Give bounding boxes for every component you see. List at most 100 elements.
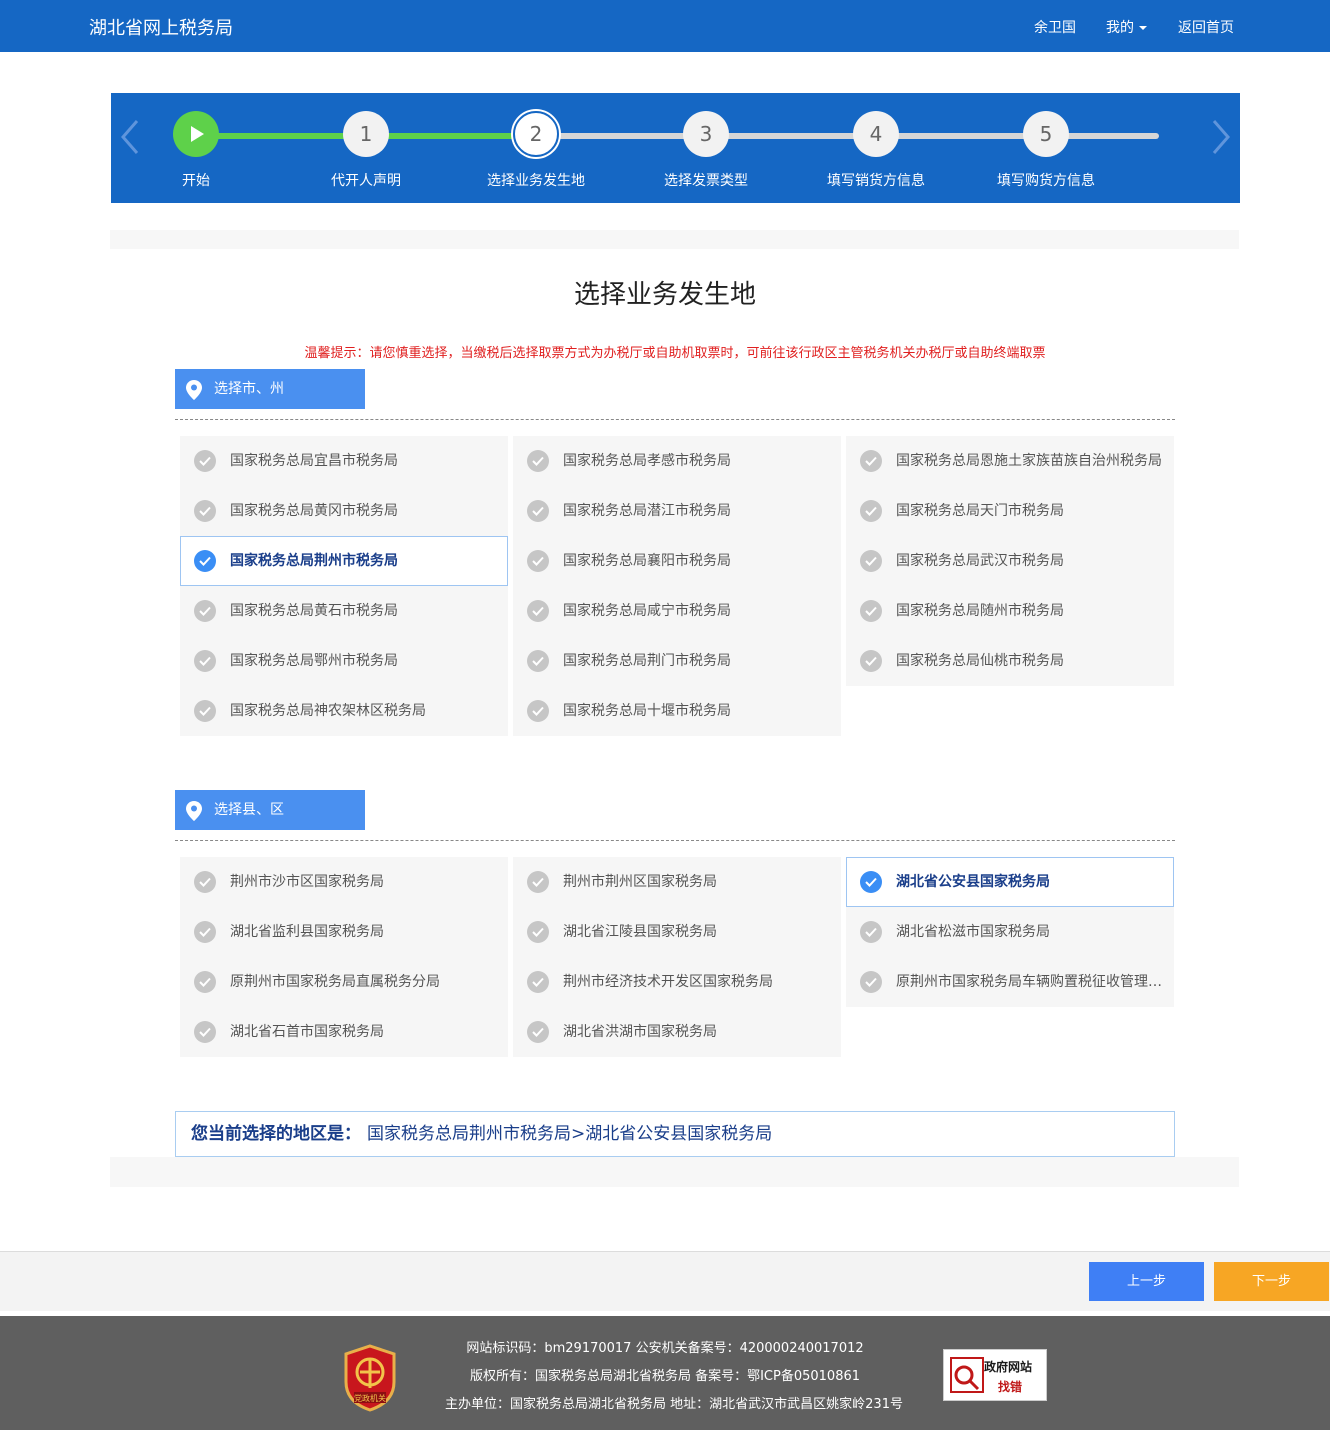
city-option-xiangyang[interactable]: 国家税务总局襄阳市税务局: [513, 536, 841, 586]
city-option-shennongjia[interactable]: 国家税务总局神农架林区税务局: [180, 686, 508, 736]
check-circle-selected-icon: [860, 871, 882, 893]
step-2[interactable]: 2: [513, 111, 559, 157]
chevron-right-icon[interactable]: [1208, 115, 1234, 159]
city-option-huanggang[interactable]: 国家税务总局黄冈市税务局: [180, 486, 508, 536]
check-circle-icon: [860, 650, 882, 672]
location-pin-icon: [186, 801, 202, 821]
city-option-xiaogan[interactable]: 国家税务总局孝感市税务局: [513, 436, 841, 486]
city-option-xiantao[interactable]: 国家税务总局仙桃市税务局: [846, 636, 1174, 686]
county-option-jiangling[interactable]: 湖北省江陵县国家税务局: [513, 907, 841, 957]
location-pin-icon: [186, 380, 202, 400]
city-column-3: 国家税务总局恩施土家族苗族自治州税务局 国家税务总局天门市税务局 国家税务总局武…: [846, 436, 1174, 686]
step-5[interactable]: 5: [1023, 111, 1069, 157]
page-title: 选择业务发生地: [573, 280, 756, 310]
check-circle-icon: [194, 871, 216, 893]
county-option-zhishu[interactable]: 原荆州市国家税务局直属税务分局: [180, 957, 508, 1007]
gov-site-error-report-badge[interactable]: 政府网站 找错: [943, 1349, 1047, 1401]
step-label-3: 选择发票类型: [664, 173, 748, 189]
county-option-chegou[interactable]: 原荆州市国家税务局车辆购置税征收管理分局: [846, 957, 1174, 1007]
content-top-strip: [110, 230, 1239, 249]
play-icon: [191, 126, 204, 142]
selected-region-summary: 您当前选择的地区是： 国家税务总局荆州市税务局>湖北省公安县国家税务局: [175, 1111, 1175, 1157]
city-option-wuhan[interactable]: 国家税务总局武汉市税务局: [846, 536, 1174, 586]
check-circle-icon: [860, 500, 882, 522]
city-option-ezhou[interactable]: 国家税务总局鄂州市税务局: [180, 636, 508, 686]
step-label-4: 填写销货方信息: [827, 173, 925, 189]
city-option-suizhou[interactable]: 国家税务总局随州市税务局: [846, 586, 1174, 636]
footer-line-1: 网站标识码：bm29170017 公安机关备案号：420000240017012: [466, 1341, 864, 1356]
check-circle-selected-icon: [194, 550, 216, 572]
badge-text-1: 政府网站: [984, 1360, 1033, 1374]
user-name-link[interactable]: 余卫国: [1034, 17, 1076, 37]
county-column-1: 荆州市沙市区国家税务局 湖北省监利县国家税务局 原荆州市国家税务局直属税务分局 …: [180, 857, 508, 1057]
county-divider: [175, 840, 1175, 841]
step-4[interactable]: 4: [853, 111, 899, 157]
check-circle-icon: [860, 921, 882, 943]
check-circle-icon: [194, 1021, 216, 1043]
site-brand[interactable]: 湖北省网上税务局: [89, 14, 233, 40]
county-section-tab: 选择县、区: [175, 790, 365, 830]
county-column-2: 荆州市荆州区国家税务局 湖北省江陵县国家税务局 荆州市经济技术开发区国家税务局 …: [513, 857, 841, 1057]
next-step-button[interactable]: 下一步: [1214, 1262, 1329, 1301]
home-link[interactable]: 返回首页: [1178, 17, 1234, 37]
check-circle-icon: [527, 700, 549, 722]
check-circle-icon: [527, 921, 549, 943]
step-start[interactable]: [173, 111, 219, 157]
county-column-3: 湖北省公安县国家税务局 湖北省松滋市国家税务局 原荆州市国家税务局车辆购置税征收…: [846, 857, 1174, 1007]
county-option-songzi[interactable]: 湖北省松滋市国家税务局: [846, 907, 1174, 957]
my-menu-label: 我的: [1106, 20, 1134, 36]
city-option-tianmen[interactable]: 国家税务总局天门市税务局: [846, 486, 1174, 536]
check-circle-icon: [527, 450, 549, 472]
step-3[interactable]: 3: [683, 111, 729, 157]
city-option-enshi[interactable]: 国家税务总局恩施土家族苗族自治州税务局: [846, 436, 1174, 486]
city-section-tab: 选择市、州: [175, 369, 365, 409]
check-circle-icon: [860, 550, 882, 572]
summary-value: 国家税务总局荆州市税务局>湖北省公安县国家税务局: [367, 1124, 773, 1144]
county-option-shashi[interactable]: 荆州市沙市区国家税务局: [180, 857, 508, 907]
city-column-1: 国家税务总局宜昌市税务局 国家税务总局黄冈市税务局 国家税务总局荆州市税务局 国…: [180, 436, 508, 736]
step-1[interactable]: 1: [343, 111, 389, 157]
city-option-shiyan[interactable]: 国家税务总局十堰市税务局: [513, 686, 841, 736]
county-option-gongan[interactable]: 湖北省公安县国家税务局: [846, 857, 1174, 907]
check-circle-icon: [860, 450, 882, 472]
footer-line-2: 版权所有：国家税务总局湖北省税务局 备案号：鄂ICP备05010861: [469, 1369, 861, 1384]
badge-text-2: 找错: [998, 1380, 1023, 1394]
county-section-label: 选择县、区: [214, 802, 284, 818]
check-circle-icon: [527, 500, 549, 522]
check-circle-icon: [194, 500, 216, 522]
city-option-jingzhou[interactable]: 国家税务总局荆州市税务局: [180, 536, 508, 586]
city-option-xianning[interactable]: 国家税务总局咸宁市税务局: [513, 586, 841, 636]
check-circle-icon: [527, 550, 549, 572]
check-circle-icon: [527, 1021, 549, 1043]
city-section-label: 选择市、州: [214, 381, 284, 397]
check-circle-icon: [527, 650, 549, 672]
county-option-kaifaqu[interactable]: 荆州市经济技术开发区国家税务局: [513, 957, 841, 1007]
check-circle-icon: [194, 650, 216, 672]
check-circle-icon: [194, 971, 216, 993]
caret-down-icon: [1139, 26, 1147, 30]
county-option-honghu[interactable]: 湖北省洪湖市国家税务局: [513, 1007, 841, 1057]
county-option-jingzhou-district[interactable]: 荆州市荆州区国家税务局: [513, 857, 841, 907]
city-option-yichang[interactable]: 国家税务总局宜昌市税务局: [180, 436, 508, 486]
check-circle-icon: [527, 600, 549, 622]
action-bar: 上一步 下一步: [0, 1251, 1330, 1311]
step-label-2: 选择业务发生地: [487, 173, 585, 189]
chevron-left-icon[interactable]: [117, 115, 143, 159]
county-option-jianli[interactable]: 湖北省监利县国家税务局: [180, 907, 508, 957]
my-menu-dropdown[interactable]: 我的: [1106, 17, 1147, 37]
check-circle-icon: [860, 971, 882, 993]
check-circle-icon: [527, 971, 549, 993]
check-circle-icon: [194, 600, 216, 622]
content-bottom-strip: [110, 1157, 1239, 1187]
city-option-qianjiang[interactable]: 国家税务总局潜江市税务局: [513, 486, 841, 536]
step-label-start: 开始: [182, 173, 210, 189]
county-option-shishou[interactable]: 湖北省石首市国家税务局: [180, 1007, 508, 1057]
city-option-jingmen[interactable]: 国家税务总局荆门市税务局: [513, 636, 841, 686]
city-option-huangshi[interactable]: 国家税务总局黄石市税务局: [180, 586, 508, 636]
magnifier-icon: [950, 1357, 984, 1393]
prev-step-button[interactable]: 上一步: [1089, 1262, 1204, 1301]
footer-line-3: 主办单位：国家税务总局湖北省税务局 地址：湖北省武汉市武昌区姚家岭231号: [445, 1397, 903, 1412]
check-circle-icon: [527, 871, 549, 893]
footer: 党政机关 网站标识码：bm29170017 公安机关备案号：4200002400…: [0, 1316, 1330, 1430]
city-divider: [175, 419, 1175, 420]
